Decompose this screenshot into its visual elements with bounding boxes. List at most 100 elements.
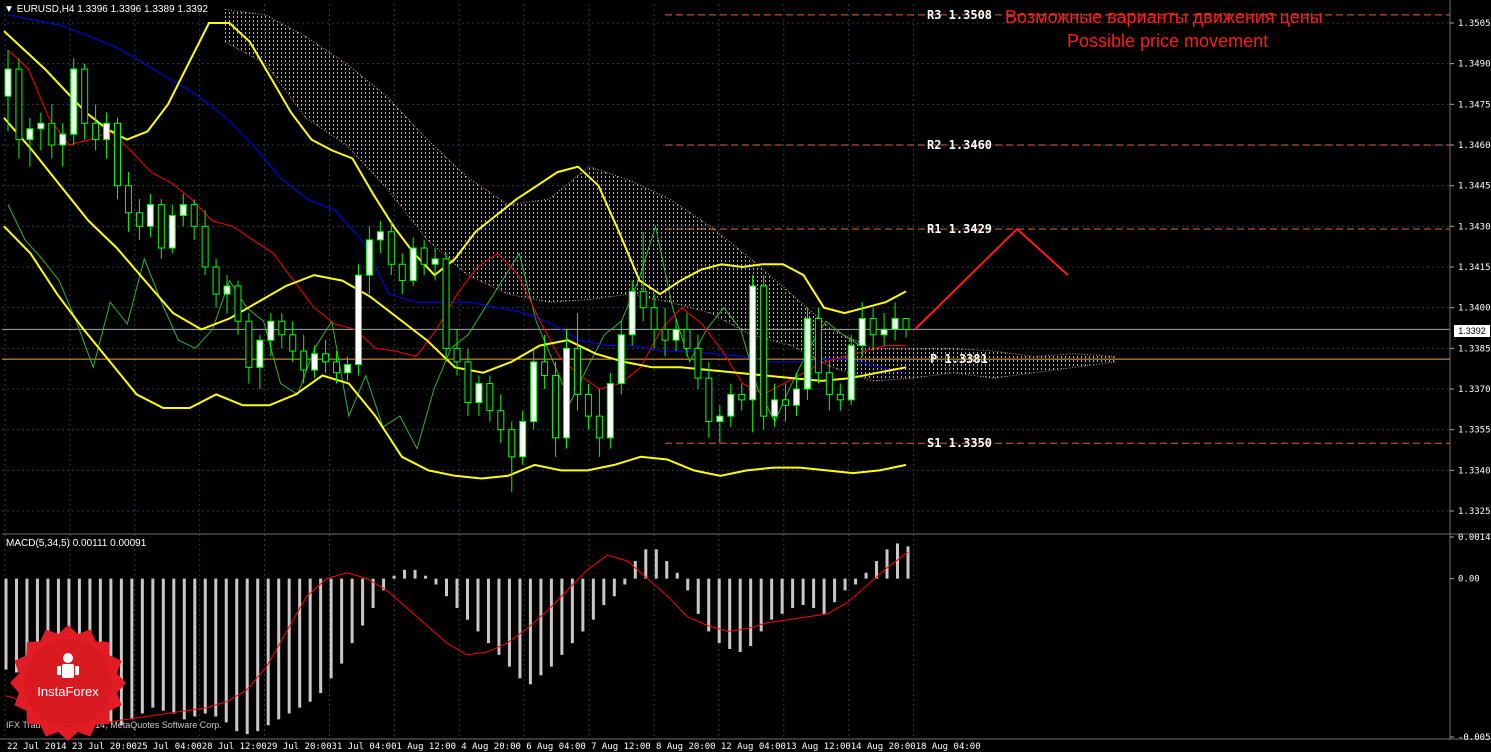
x-tick-label: 1 Aug 12:00 xyxy=(396,742,456,752)
candle-body xyxy=(464,361,472,404)
ohlc-values: 1.3396 1.3396 1.3389 1.3392 xyxy=(77,4,208,15)
x-tick-label: 4 Aug 20:00 xyxy=(461,742,521,752)
candle xyxy=(103,112,111,159)
candle xyxy=(146,193,154,238)
candle-body xyxy=(135,212,143,227)
candle-body xyxy=(683,328,691,349)
candle-body xyxy=(453,347,461,363)
candle-body xyxy=(705,377,713,423)
x-tick-label: 6 Aug 04:00 xyxy=(526,742,586,752)
candle-body xyxy=(902,318,910,330)
candle xyxy=(354,264,362,376)
candle-body xyxy=(431,258,439,265)
collapse-triangle-icon[interactable]: ▼ xyxy=(4,4,14,15)
candle xyxy=(135,199,143,240)
candle xyxy=(256,334,264,390)
logo-badge-icon xyxy=(10,625,126,741)
candle xyxy=(584,383,592,430)
candle-body xyxy=(37,122,45,130)
candle-body xyxy=(26,128,34,141)
candle xyxy=(771,383,779,427)
candle-body xyxy=(92,122,100,141)
candle-body xyxy=(782,399,790,406)
forecast-title-ru: Возможные варианты движения цены xyxy=(1005,7,1323,27)
candle-body xyxy=(267,320,275,341)
candle xyxy=(278,313,286,349)
candle xyxy=(825,361,833,411)
candle-body xyxy=(530,361,538,423)
x-tick-label: 23 Jul 20:00 xyxy=(72,742,137,752)
candle-body xyxy=(387,231,395,265)
candle-body xyxy=(738,393,746,401)
candle-body xyxy=(311,353,319,371)
candle-body xyxy=(541,361,549,376)
candle-body xyxy=(716,415,724,423)
instaforex-logo[interactable]: InstaForex xyxy=(5,624,131,742)
candle xyxy=(431,248,439,281)
candle xyxy=(289,321,297,362)
y-tick-label: 1.3505 xyxy=(1458,19,1491,29)
candle xyxy=(606,372,614,449)
candle-body xyxy=(245,320,253,368)
level-label-r3: R3 1.3508 xyxy=(927,8,992,22)
y-tick-label: 1.3460 xyxy=(1458,141,1491,151)
x-tick-label: 7 Aug 12:00 xyxy=(591,742,651,752)
candle xyxy=(365,226,373,295)
candle-body xyxy=(398,263,406,282)
candle-body xyxy=(617,334,625,385)
level-label-r1: R1 1.3429 xyxy=(927,222,992,236)
candle xyxy=(519,410,527,465)
candle-body xyxy=(869,318,877,336)
candle xyxy=(343,356,351,381)
candle xyxy=(92,104,100,151)
candle xyxy=(15,58,23,159)
candles xyxy=(4,50,910,493)
x-tick-label: 29 Jul 20:00 xyxy=(267,742,332,752)
candle-body xyxy=(814,318,822,374)
candle xyxy=(179,193,187,227)
macd-values: 0.00111 0.00091 xyxy=(72,538,147,549)
y-tick-label: 1.3370 xyxy=(1458,385,1491,395)
candle xyxy=(705,361,713,438)
candle-body xyxy=(124,185,132,214)
grid-lines xyxy=(2,4,1450,737)
candle-body xyxy=(59,133,67,146)
candle xyxy=(157,199,165,259)
candle-body xyxy=(497,410,505,431)
candle xyxy=(716,405,724,444)
candle xyxy=(300,334,308,384)
candle xyxy=(311,345,319,379)
candle-body xyxy=(201,225,209,268)
candle-body xyxy=(880,328,888,336)
candle xyxy=(508,421,516,493)
candle-body xyxy=(420,247,428,265)
candle-body xyxy=(606,383,614,439)
y-tick-label: 1.3445 xyxy=(1458,182,1491,192)
candle-body xyxy=(639,290,647,309)
candle-body xyxy=(891,318,899,330)
candle xyxy=(245,313,253,384)
x-tick-label: 22 Jul 2014 xyxy=(7,742,67,752)
y-tick-label: 1.3490 xyxy=(1458,60,1491,70)
x-tick-label: 28 Jul 12:00 xyxy=(202,742,267,752)
candle xyxy=(442,253,450,362)
candle xyxy=(59,123,67,167)
x-tick-label: 8 Aug 20:00 xyxy=(656,742,716,752)
candle xyxy=(26,117,34,167)
y-tick-label: 1.3385 xyxy=(1458,344,1491,354)
candle-body xyxy=(836,393,844,401)
logo-text: InstaForex xyxy=(37,684,99,699)
forecast-title-en: Possible price movement xyxy=(1067,31,1269,51)
candle xyxy=(803,307,811,400)
current-price-label: 1.3392 xyxy=(1454,325,1490,337)
y-tick-label: 1.3475 xyxy=(1458,100,1491,110)
pivot-levels: R3 1.3508 R2 1.3460 R1 1.3429 P 1.3381 S1 1.… xyxy=(2,8,1450,450)
candle xyxy=(760,275,768,430)
y-tick-label: 1.3325 xyxy=(1458,507,1491,517)
x-tick-label: 12 Aug 04:00 xyxy=(721,742,786,752)
chart-canvas[interactable]: R3 1.3508 R2 1.3460 R1 1.3429 P 1.3381 S1 1.… xyxy=(0,0,1491,752)
candle-body xyxy=(376,231,384,241)
candle-body xyxy=(15,68,23,141)
candle-body xyxy=(573,347,581,395)
chart-header: ▼ EURUSD,H4 1.3396 1.3396 1.3389 1.3392 xyxy=(4,4,208,15)
